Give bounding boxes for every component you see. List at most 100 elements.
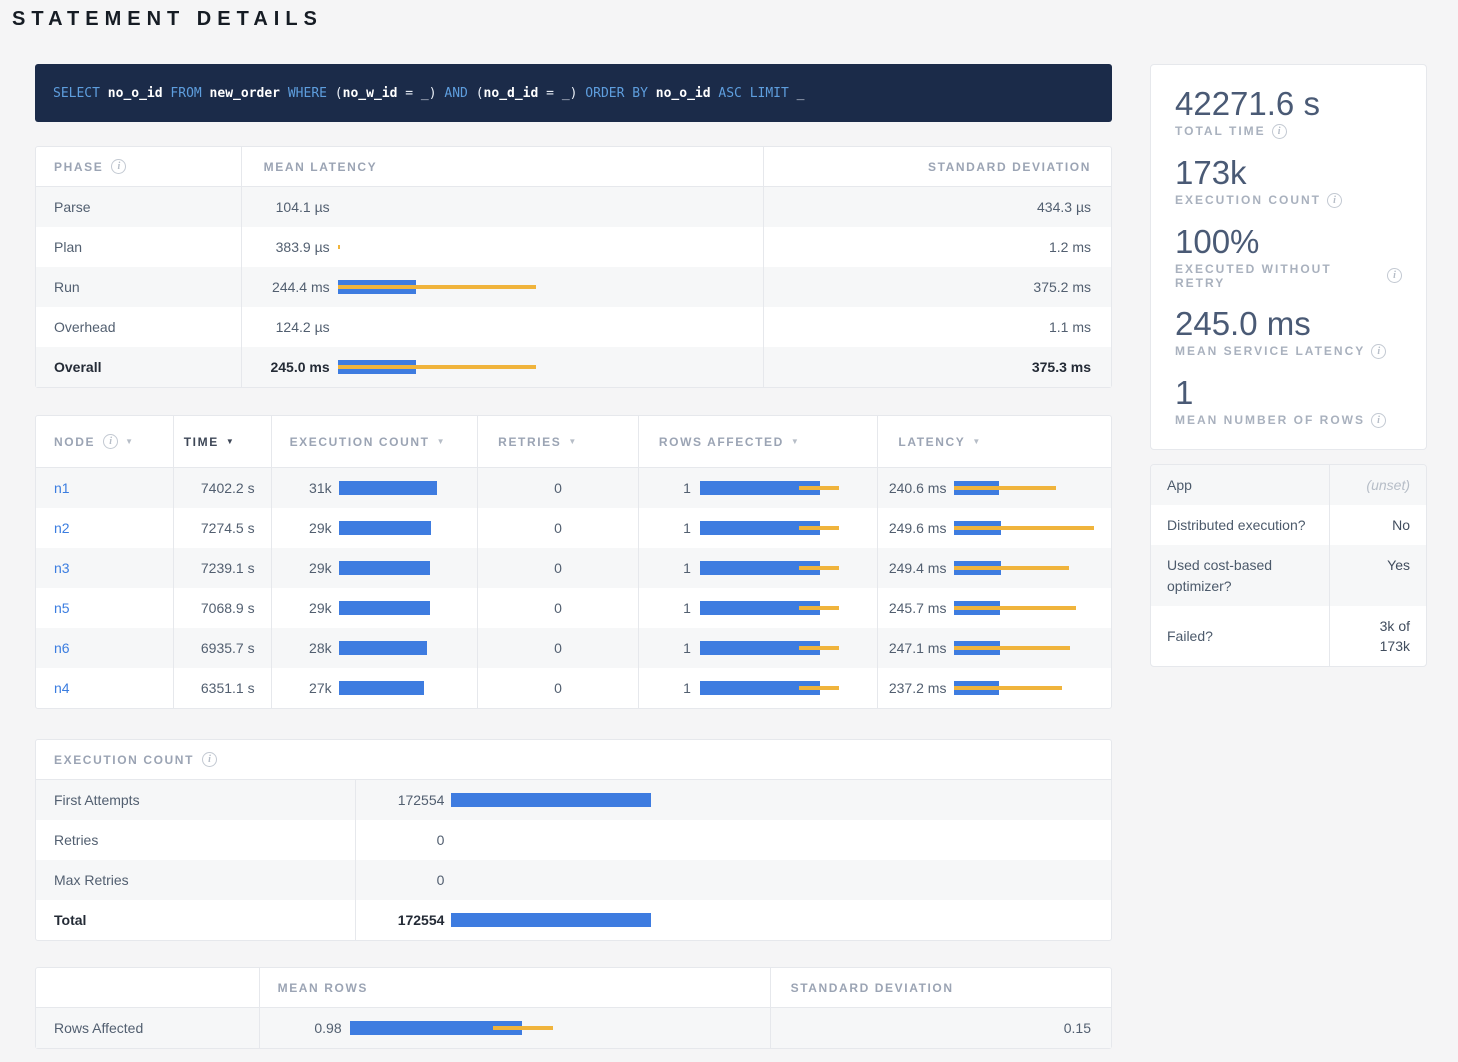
fact-value: Yes	[1329, 545, 1426, 606]
time-cell: 7239.1 s	[173, 548, 271, 588]
info-icon[interactable]: i	[1371, 344, 1386, 359]
execution-count-bar	[339, 601, 439, 615]
latency-bar	[954, 561, 1099, 575]
bar-deviation	[338, 285, 536, 289]
statement-details-page: STATEMENT DETAILS SELECT no_o_id FROM ne…	[0, 0, 1458, 1049]
rows-affected-cell: 1	[638, 468, 878, 508]
sql-token: new_order	[202, 86, 280, 101]
mean-latency-cell: 124.2 µs	[241, 307, 763, 347]
node-link[interactable]: n6	[54, 640, 70, 656]
stddev-cell: 375.3 ms	[763, 347, 1111, 387]
latency-bar	[954, 601, 1099, 615]
stat-mean-service-latency: 245.0 ms MEAN SERVICE LATENCYi	[1175, 305, 1402, 359]
latency-bar	[338, 320, 538, 334]
sort-desc-icon: ▼	[972, 437, 980, 446]
bar-fill	[339, 481, 437, 495]
execution-count-bar	[339, 481, 439, 495]
node-column-header[interactable]: NODE i ▼	[36, 416, 173, 467]
exec-row-label: Retries	[36, 820, 355, 860]
bar-deviation	[799, 486, 840, 490]
node-link[interactable]: n4	[54, 680, 70, 696]
mean-rows-bar	[350, 1021, 555, 1035]
info-icon[interactable]: i	[202, 752, 217, 767]
sql-token: no_w_id	[343, 86, 398, 101]
mean-rows-column-header: MEAN ROWS	[259, 968, 770, 1007]
phase-label: Overhead	[36, 307, 241, 347]
sort-desc-icon: ▼	[791, 437, 799, 446]
retries-cell: 0	[477, 508, 638, 548]
stddev-cell: 375.2 ms	[763, 267, 1111, 307]
execution-count-cell: 29k	[271, 508, 478, 548]
phase-row-run: Run 244.4 ms 375.2 ms	[36, 267, 1111, 307]
node-link[interactable]: n1	[54, 480, 70, 496]
sql-token: SELECT	[53, 86, 100, 101]
bar-deviation	[338, 245, 340, 249]
info-icon[interactable]: i	[1327, 193, 1342, 208]
fact-value: 3k of 173k	[1329, 606, 1426, 667]
sql-token: WHERE	[280, 86, 327, 101]
node-row: n1 7402.2 s 31k 0 1 240.6 ms	[36, 468, 1111, 508]
phase-column-header[interactable]: PHASE i	[36, 147, 241, 186]
exec-count-cell: 0	[355, 860, 1111, 900]
info-icon[interactable]: i	[111, 159, 126, 174]
info-icon[interactable]: i	[1387, 268, 1402, 283]
execution-count-table: EXECUTION COUNT i First Attempts 172554 …	[35, 739, 1112, 941]
latency-bar	[338, 280, 538, 294]
phase-label: Plan	[36, 227, 241, 267]
execution-count-bar	[339, 561, 439, 575]
mean-latency-cell: 244.4 ms	[241, 267, 763, 307]
phase-label: Overall	[36, 347, 241, 387]
latency-column-header[interactable]: LATENCY ▼	[877, 416, 1111, 467]
phase-row-plan: Plan 383.9 µs 1.2 ms	[36, 227, 1111, 267]
stddev-cell: 1.2 ms	[763, 227, 1111, 267]
stddev-cell: 1.1 ms	[763, 307, 1111, 347]
node-row: n6 6935.7 s 28k 0 1 247.1 ms	[36, 628, 1111, 668]
rows-affected-column-header[interactable]: ROWS AFFECTED ▼	[638, 416, 878, 467]
execution-count-cell: 29k	[271, 548, 478, 588]
info-icon[interactable]: i	[1272, 124, 1287, 139]
latency-cell: 247.1 ms	[877, 628, 1111, 668]
node-link[interactable]: n5	[54, 600, 70, 616]
node-link[interactable]: n2	[54, 520, 70, 536]
sql-token: LIMIT	[742, 86, 789, 101]
bar-deviation	[799, 606, 840, 610]
mean-latency-column-header: MEAN LATENCY	[241, 147, 763, 186]
bar-deviation	[954, 526, 1093, 530]
sql-token: = _)	[397, 86, 436, 101]
time-column-header[interactable]: TIME ▼	[173, 416, 271, 467]
exec-row-label: Total	[36, 900, 355, 940]
latency-bar	[954, 481, 1099, 495]
info-icon[interactable]: i	[1371, 413, 1386, 428]
info-icon[interactable]: i	[103, 434, 118, 449]
rows-affected-bar	[700, 601, 850, 615]
exec-row-total: Total 172554	[36, 900, 1111, 940]
time-cell: 7274.5 s	[173, 508, 271, 548]
bar-fill	[339, 681, 424, 695]
stat-mean-number-of-rows: 1 MEAN NUMBER OF ROWSi	[1175, 374, 1402, 428]
retries-column-header[interactable]: RETRIES ▼	[477, 416, 638, 467]
sql-token: ASC	[711, 86, 742, 101]
mean-latency-cell: 383.9 µs	[241, 227, 763, 267]
bar-deviation	[493, 1026, 552, 1030]
latency-bar	[954, 521, 1099, 535]
phase-row-parse: Parse 104.1 µs 434.3 µs	[36, 187, 1111, 227]
bar-deviation	[954, 686, 1061, 690]
node-link[interactable]: n3	[54, 560, 70, 576]
retries-cell: 0	[477, 548, 638, 588]
execution-count-cell: 27k	[271, 668, 478, 708]
execution-count-cell: 29k	[271, 588, 478, 628]
execution-count-table-header: EXECUTION COUNT i	[36, 740, 1111, 780]
sql-token: no_o_id	[100, 86, 163, 101]
mean-rows-cell: 0.98	[259, 1008, 770, 1048]
fact-value: (unset)	[1329, 465, 1426, 505]
fact-cost-based-optimizer: Used cost-based optimizer? Yes	[1151, 545, 1426, 606]
bar-deviation	[954, 606, 1076, 610]
bar-fill	[339, 561, 430, 575]
sql-token: ORDER BY	[577, 86, 647, 101]
execution-count-column-header[interactable]: EXECUTION COUNT ▼	[271, 416, 478, 467]
statement-facts-card: App (unset) Distributed execution? No Us…	[1150, 464, 1427, 668]
execution-count-header-cell: EXECUTION COUNT i	[36, 740, 355, 779]
rows-affected-cell: 1	[638, 548, 878, 588]
exec-count-cell: 172554	[355, 780, 1111, 820]
exec-row-label: Max Retries	[36, 860, 355, 900]
